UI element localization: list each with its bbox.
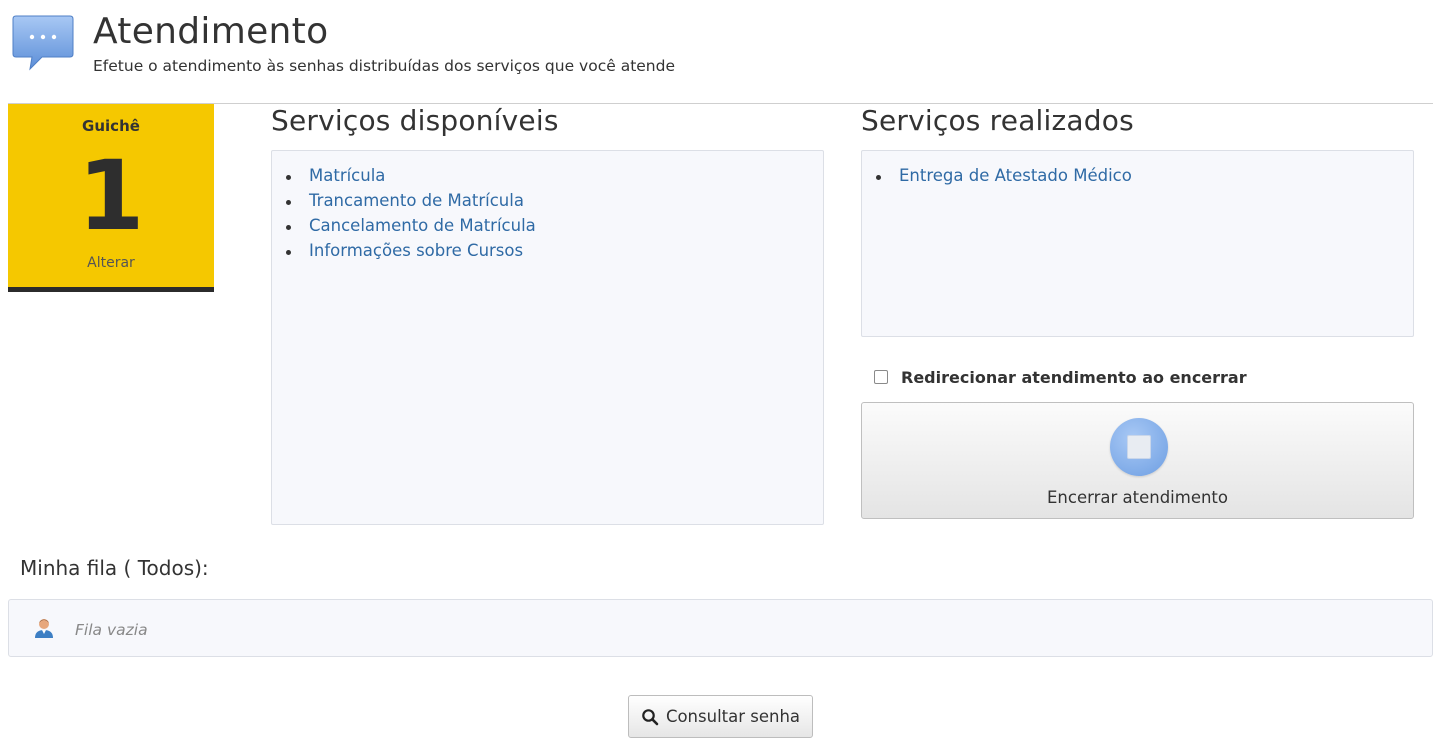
available-services-list: Matrícula Trancamento de Matrícula Cance… xyxy=(272,151,823,265)
header-divider xyxy=(8,103,1433,104)
service-link-matricula[interactable]: Matrícula xyxy=(309,166,385,185)
consult-ticket-label: Consultar senha xyxy=(665,707,801,726)
available-services-title: Serviços disponíveis xyxy=(271,104,559,137)
performed-services-title: Serviços realizados xyxy=(861,104,1134,137)
service-link-trancamento[interactable]: Trancamento de Matrícula xyxy=(309,191,524,210)
list-item: Trancamento de Matrícula xyxy=(286,190,823,215)
search-icon xyxy=(642,708,659,725)
queue-panel: Fila vazia xyxy=(8,599,1433,657)
service-link-cancelamento[interactable]: Cancelamento de Matrícula xyxy=(309,216,536,235)
queue-title: Minha fila ( Todos): xyxy=(20,556,209,580)
performed-services-list: Entrega de Atestado Médico xyxy=(862,151,1413,190)
available-services-panel: Matrícula Trancamento de Matrícula Cance… xyxy=(271,150,824,525)
user-icon xyxy=(35,619,53,638)
list-item: Entrega de Atestado Médico xyxy=(876,165,1413,190)
redirect-option[interactable]: Redirecionar atendimento ao encerrar xyxy=(874,366,1247,388)
service-link-informacoes[interactable]: Informações sobre Cursos xyxy=(309,241,523,260)
list-item: Informações sobre Cursos xyxy=(286,240,823,265)
stop-icon xyxy=(1110,418,1168,476)
performed-services-panel: Entrega de Atestado Médico xyxy=(861,150,1414,337)
change-guiche-link[interactable]: Alterar xyxy=(8,255,214,271)
guiche-number: 1 xyxy=(77,140,145,252)
end-attendance-label: Encerrar atendimento xyxy=(1046,488,1229,507)
guiche-label: Guichê xyxy=(82,117,140,135)
redirect-checkbox[interactable] xyxy=(874,370,888,384)
page-header: Atendimento Efetue o atendimento às senh… xyxy=(0,0,1443,104)
page-title: Atendimento xyxy=(93,11,329,52)
redirect-label: Redirecionar atendimento ao encerrar xyxy=(901,367,1247,387)
end-attendance-button[interactable]: Encerrar atendimento xyxy=(861,402,1414,519)
chat-bubble-icon xyxy=(12,15,74,71)
service-link-atestado[interactable]: Entrega de Atestado Médico xyxy=(899,166,1132,185)
page-subtitle: Efetue o atendimento às senhas distribuí… xyxy=(93,57,676,75)
page: Atendimento Efetue o atendimento às senh… xyxy=(0,0,1443,745)
guiche-box: Guichê 1 Alterar xyxy=(8,104,214,292)
consult-ticket-button[interactable]: Consultar senha xyxy=(628,695,813,738)
list-item: Cancelamento de Matrícula xyxy=(286,215,823,240)
list-item: Matrícula xyxy=(286,165,823,190)
queue-empty-text: Fila vazia xyxy=(75,621,148,639)
